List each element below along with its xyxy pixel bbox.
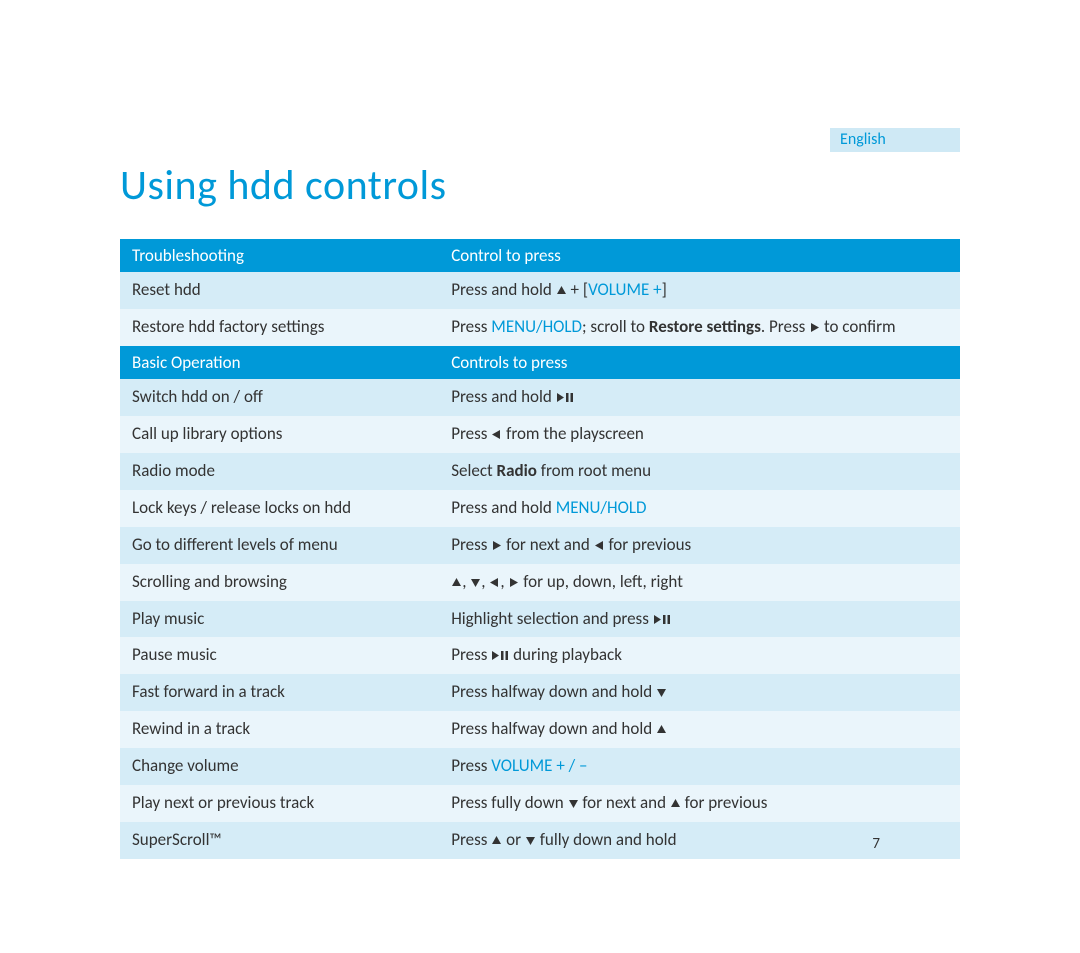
down-icon	[525, 835, 536, 846]
table-row: Switch hdd on / offPress and hold	[120, 379, 960, 416]
action-cell: Restore hdd factory settings	[120, 309, 439, 346]
table-row: Pause musicPress during playback	[120, 637, 960, 674]
action-cell: Lock keys / release locks on hdd	[120, 490, 439, 527]
section-header-left: Basic Operation	[120, 346, 439, 379]
left-icon	[594, 540, 605, 551]
play-pause-icon	[556, 392, 574, 403]
section-header-left: Troubleshooting	[120, 239, 439, 272]
table-row: Play musicHighlight selection and press	[120, 601, 960, 638]
control-cell: Press halfway down and hold	[439, 711, 960, 748]
control-cell: Press halfway down and hold	[439, 674, 960, 711]
control-cell: Press MENU/HOLD; scroll to Restore setti…	[439, 309, 960, 346]
play-pause-icon	[653, 614, 671, 625]
action-cell: Fast forward in a track	[120, 674, 439, 711]
control-cell: Select Radio from root menu	[439, 453, 960, 490]
control-cell: , , , for up, down, left, right	[439, 564, 960, 601]
action-cell: Rewind in a track	[120, 711, 439, 748]
up-icon	[451, 577, 462, 588]
controls-table: TroubleshootingControl to pressReset hdd…	[120, 239, 960, 859]
right-icon	[508, 577, 519, 588]
action-cell: Radio mode	[120, 453, 439, 490]
control-cell: Press and hold + [VOLUME +]	[439, 272, 960, 309]
table-row: Lock keys / release locks on hddPress an…	[120, 490, 960, 527]
table-row: Fast forward in a trackPress halfway dow…	[120, 674, 960, 711]
table-row: SuperScroll™Press or fully down and hold	[120, 822, 960, 859]
left-icon	[489, 577, 500, 588]
control-cell: Press or fully down and hold	[439, 822, 960, 859]
control-cell: Press VOLUME + / –	[439, 748, 960, 785]
down-icon	[470, 577, 481, 588]
up-icon	[491, 835, 502, 846]
action-cell: Scrolling and browsing	[120, 564, 439, 601]
action-cell: SuperScroll™	[120, 822, 439, 859]
action-cell: Play music	[120, 601, 439, 638]
action-cell: Switch hdd on / off	[120, 379, 439, 416]
table-row: Radio modeSelect Radio from root menu	[120, 453, 960, 490]
right-icon	[809, 322, 820, 333]
manual-page: English Using hdd controls Troubleshooti…	[0, 0, 1080, 859]
action-cell: Reset hdd	[120, 272, 439, 309]
table-row: Go to different levels of menuPress for …	[120, 527, 960, 564]
table-row: Scrolling and browsing, , , for up, down…	[120, 564, 960, 601]
down-icon	[568, 798, 579, 809]
control-cell: Press for next and for previous	[439, 527, 960, 564]
table-row: Call up library optionsPress from the pl…	[120, 416, 960, 453]
table-row: Reset hddPress and hold + [VOLUME +]	[120, 272, 960, 309]
action-cell: Go to different levels of menu	[120, 527, 439, 564]
right-icon	[491, 540, 502, 551]
down-icon	[656, 687, 667, 698]
section-header-right: Control to press	[439, 239, 960, 272]
control-cell: Press fully down for next and for previo…	[439, 785, 960, 822]
table-row: Rewind in a trackPress halfway down and …	[120, 711, 960, 748]
section-header-right: Controls to press	[439, 346, 960, 379]
table-row: Play next or previous trackPress fully d…	[120, 785, 960, 822]
control-cell: Press and hold MENU/HOLD	[439, 490, 960, 527]
control-cell: Press and hold	[439, 379, 960, 416]
control-cell: Press during playback	[439, 637, 960, 674]
action-cell: Pause music	[120, 637, 439, 674]
table-row: Restore hdd factory settingsPress MENU/H…	[120, 309, 960, 346]
up-icon	[670, 798, 681, 809]
table-row: Change volumePress VOLUME + / –	[120, 748, 960, 785]
up-icon	[556, 285, 567, 296]
left-icon	[491, 429, 502, 440]
page-number: 7	[872, 835, 880, 853]
page-title: Using hdd controls	[120, 160, 960, 211]
play-pause-icon	[491, 650, 509, 661]
control-cell: Highlight selection and press	[439, 601, 960, 638]
language-tab: English	[830, 128, 960, 152]
action-cell: Call up library options	[120, 416, 439, 453]
action-cell: Change volume	[120, 748, 439, 785]
up-icon	[656, 724, 667, 735]
action-cell: Play next or previous track	[120, 785, 439, 822]
control-cell: Press from the playscreen	[439, 416, 960, 453]
